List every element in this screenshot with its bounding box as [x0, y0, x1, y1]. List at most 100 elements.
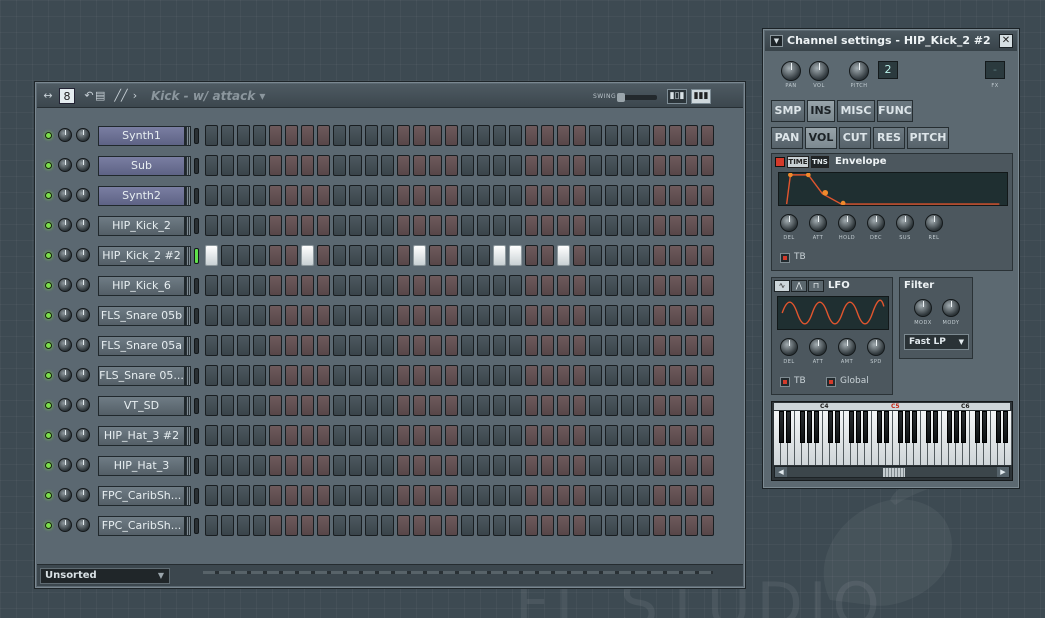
step-button[interactable]	[365, 155, 378, 176]
piano-black-key[interactable]	[856, 411, 861, 443]
step-button[interactable]	[653, 515, 666, 536]
step-button[interactable]	[333, 335, 346, 356]
step-button[interactable]	[397, 275, 410, 296]
step-button[interactable]	[605, 125, 618, 146]
channel-volume-knob[interactable]	[58, 188, 72, 202]
channel-grip[interactable]	[185, 366, 191, 386]
step-button[interactable]	[701, 485, 714, 506]
step-button[interactable]	[253, 335, 266, 356]
step-button[interactable]	[589, 365, 602, 386]
scroll-left-icon[interactable]: ◀	[775, 467, 787, 477]
pitch-knob[interactable]	[849, 61, 869, 81]
lfo-sine-shape-icon[interactable]: ∿	[774, 280, 790, 292]
step-button[interactable]	[397, 485, 410, 506]
step-button[interactable]	[429, 245, 442, 266]
step-button[interactable]	[237, 335, 250, 356]
channel-mute-led[interactable]	[45, 312, 52, 319]
piano-black-key[interactable]	[996, 411, 1001, 443]
step-button[interactable]	[589, 485, 602, 506]
step-button[interactable]	[525, 245, 538, 266]
step-button[interactable]	[365, 365, 378, 386]
step-button[interactable]	[381, 275, 394, 296]
resize-arrows-icon[interactable]: ↔	[41, 88, 55, 104]
step-button[interactable]	[493, 425, 506, 446]
step-button[interactable]	[589, 455, 602, 476]
time-toggle[interactable]: TIME	[787, 156, 809, 168]
step-button[interactable]	[621, 155, 634, 176]
step-button[interactable]	[637, 395, 650, 416]
step-button[interactable]	[477, 155, 490, 176]
step-button[interactable]	[605, 425, 618, 446]
step-button[interactable]	[221, 275, 234, 296]
step-button[interactable]	[413, 455, 426, 476]
step-button[interactable]	[653, 455, 666, 476]
step-button[interactable]	[493, 335, 506, 356]
keyboard-scrollbar[interactable]: ◀ ▶	[774, 466, 1010, 478]
channel-select-indicator[interactable]	[194, 458, 199, 474]
swing-slider-handle[interactable]	[617, 93, 625, 102]
step-button[interactable]	[525, 215, 538, 236]
step-button[interactable]	[269, 425, 282, 446]
step-button[interactable]	[445, 425, 458, 446]
step-button[interactable]	[285, 125, 298, 146]
step-button[interactable]	[621, 215, 634, 236]
step-button[interactable]	[461, 155, 474, 176]
step-button[interactable]	[317, 335, 330, 356]
step-button[interactable]	[205, 335, 218, 356]
step-button[interactable]	[701, 125, 714, 146]
step-button[interactable]	[493, 365, 506, 386]
step-button[interactable]	[557, 335, 570, 356]
step-button[interactable]	[253, 395, 266, 416]
step-button[interactable]	[653, 485, 666, 506]
step-button[interactable]	[365, 245, 378, 266]
step-button[interactable]	[301, 245, 314, 266]
step-button[interactable]	[701, 155, 714, 176]
step-button[interactable]	[573, 305, 586, 326]
step-button[interactable]	[253, 515, 266, 536]
step-button[interactable]	[509, 425, 522, 446]
step-button[interactable]	[269, 155, 282, 176]
pattern-number[interactable]: 8	[59, 88, 75, 104]
step-button[interactable]	[605, 185, 618, 206]
step-button[interactable]	[461, 455, 474, 476]
step-button[interactable]	[669, 305, 682, 326]
target-tab-pitch[interactable]: PITCH	[907, 127, 949, 149]
step-button[interactable]	[269, 395, 282, 416]
channel-grip[interactable]	[185, 246, 191, 266]
step-button[interactable]	[573, 155, 586, 176]
step-button[interactable]	[461, 485, 474, 506]
envelope-sus-knob[interactable]	[896, 214, 914, 232]
step-button[interactable]	[397, 305, 410, 326]
step-button[interactable]	[285, 455, 298, 476]
step-button[interactable]	[685, 305, 698, 326]
step-button[interactable]	[205, 515, 218, 536]
step-button[interactable]	[205, 485, 218, 506]
step-button[interactable]	[301, 485, 314, 506]
step-button[interactable]	[685, 485, 698, 506]
step-button[interactable]	[669, 335, 682, 356]
step-button[interactable]	[429, 215, 442, 236]
step-button[interactable]	[381, 515, 394, 536]
step-button[interactable]	[509, 335, 522, 356]
graph-view-button[interactable]: ▮▯▮	[667, 89, 687, 104]
step-button[interactable]	[477, 275, 490, 296]
step-button[interactable]	[541, 425, 554, 446]
step-button[interactable]	[525, 335, 538, 356]
piano-black-key[interactable]	[961, 411, 966, 443]
target-tab-cut[interactable]: CUT	[839, 127, 871, 149]
step-button[interactable]	[397, 215, 410, 236]
channel-pan-knob[interactable]	[76, 248, 90, 262]
step-button[interactable]	[637, 185, 650, 206]
step-button[interactable]	[589, 335, 602, 356]
step-button[interactable]	[365, 425, 378, 446]
step-button[interactable]	[621, 185, 634, 206]
step-button[interactable]	[365, 215, 378, 236]
channel-mute-led[interactable]	[45, 192, 52, 199]
volume-knob[interactable]	[809, 61, 829, 81]
step-button[interactable]	[301, 185, 314, 206]
step-button[interactable]	[301, 125, 314, 146]
step-button[interactable]	[429, 485, 442, 506]
step-button[interactable]	[317, 155, 330, 176]
step-button[interactable]	[461, 395, 474, 416]
piano-black-key[interactable]	[807, 411, 812, 443]
